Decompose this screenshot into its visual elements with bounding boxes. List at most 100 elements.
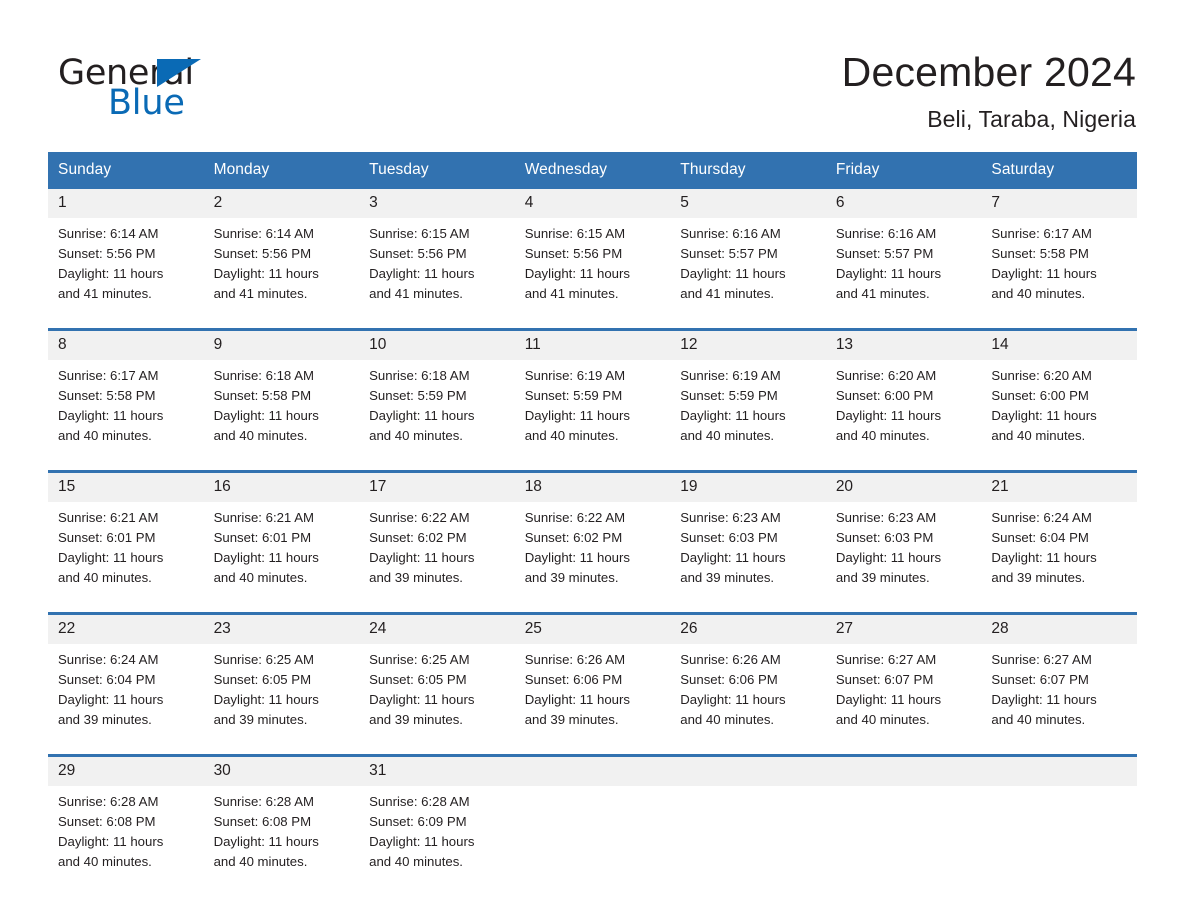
- day-number-cell[interactable]: 7: [981, 188, 1137, 218]
- day-number-cell[interactable]: 8: [48, 330, 204, 360]
- day-sunrise-line: Sunrise: 6:26 AM: [680, 651, 781, 667]
- day-number-cell[interactable]: 27: [825, 614, 982, 644]
- day-daylight-line1: Daylight: 11 hours: [991, 550, 1097, 566]
- day-daylight-line1: Daylight: 11 hours: [835, 408, 942, 424]
- day-daylight-line1: Daylight: 11 hours: [369, 408, 475, 424]
- day-detail-cell: Sunrise: 6:18 AM Sunset: 5:59 PM Daylight:…: [359, 359, 515, 458]
- day-daylight-line2: and 40 minutes.: [213, 570, 308, 586]
- day-number-cell[interactable]: 13: [825, 330, 982, 360]
- day-sunset-line: Sunset: 6:06 PM: [680, 671, 778, 687]
- day-detail-cell: Sunrise: 6:28 AM Sunset: 6:09 PM Daylight:…: [359, 785, 515, 884]
- day-detail-cell: Sunrise: 6:19 AM Sunset: 5:59 PM Daylight:…: [670, 359, 826, 458]
- week-detail-row: Sunrise: 6:17 AM Sunset: 5:58 PM Daylight:…: [48, 359, 1137, 458]
- day-detail-cell: Sunrise: 6:27 AM Sunset: 6:07 PM Daylight:…: [825, 643, 982, 742]
- day-detail-cell: Sunrise: 6:22 AM Sunset: 6:02 PM Daylight:…: [514, 501, 671, 600]
- day-number-cell[interactable]: 6: [825, 188, 982, 218]
- day-detail-cell: Sunrise: 6:23 AM Sunset: 6:03 PM Daylight:…: [670, 501, 826, 600]
- weekday-header-friday: Friday: [825, 151, 982, 189]
- day-number-cell[interactable]: 26: [670, 614, 826, 644]
- day-number-cell[interactable]: 12: [670, 330, 826, 360]
- day-number-empty: [825, 756, 982, 786]
- location-subtitle: Beli, Taraba, Nigeria: [927, 105, 1136, 132]
- day-number-cell[interactable]: 5: [670, 188, 826, 218]
- day-number-cell[interactable]: 18: [514, 472, 671, 502]
- logo-text-blue: Blue: [108, 83, 185, 123]
- day-number-cell[interactable]: 3: [359, 188, 515, 218]
- day-sunset-line: Sunset: 5:56 PM: [524, 245, 623, 261]
- day-detail-cell: Sunrise: 6:26 AM Sunset: 6:06 PM Daylight:…: [514, 643, 671, 742]
- day-sunset-line: Sunset: 6:01 PM: [58, 529, 156, 545]
- day-daylight-line2: and 39 minutes.: [991, 570, 1086, 586]
- day-sunrise-line: Sunrise: 6:23 AM: [680, 509, 781, 525]
- day-sunset-line: Sunset: 6:01 PM: [213, 529, 312, 545]
- day-number-cell[interactable]: 23: [203, 614, 360, 644]
- day-sunrise-line: Sunrise: 6:19 AM: [524, 367, 626, 383]
- title-block: December 2024 Beli, Taraba, Nigeria: [842, 48, 1136, 133]
- day-number-cell[interactable]: 21: [981, 472, 1137, 502]
- day-daylight-line1: Daylight: 11 hours: [213, 266, 319, 282]
- day-number-cell[interactable]: 2: [203, 188, 360, 218]
- day-number-cell[interactable]: 1: [48, 188, 204, 218]
- day-number-cell[interactable]: 24: [359, 614, 515, 644]
- day-daylight-line2: and 40 minutes.: [835, 428, 930, 444]
- day-sunrise-line: Sunrise: 6:27 AM: [991, 651, 1092, 667]
- day-number-cell[interactable]: 19: [670, 472, 826, 502]
- week-gap: [48, 599, 1137, 612]
- day-number-cell[interactable]: 10: [359, 330, 515, 360]
- day-daylight-line1: Daylight: 11 hours: [835, 692, 942, 708]
- day-detail-cell: Sunrise: 6:24 AM Sunset: 6:04 PM Daylight:…: [981, 501, 1137, 600]
- week-daynumber-row: 8 9 10 11 12 13 14: [48, 330, 1137, 360]
- day-number-cell[interactable]: 11: [514, 330, 671, 360]
- week-gap-cell: [48, 315, 1137, 328]
- day-number-cell[interactable]: 29: [48, 756, 204, 786]
- day-daylight-line1: Daylight: 11 hours: [58, 692, 164, 708]
- day-sunrise-line: Sunrise: 6:18 AM: [213, 367, 314, 383]
- day-detail-cell: Sunrise: 6:25 AM Sunset: 6:05 PM Daylight:…: [203, 643, 360, 742]
- day-detail-empty: [670, 785, 826, 884]
- page-header: General Blue December 2024 Beli, Taraba,…: [0, 0, 1188, 133]
- day-sunset-line: Sunset: 6:03 PM: [680, 529, 778, 545]
- day-number-cell[interactable]: 9: [203, 330, 360, 360]
- day-number-cell[interactable]: 17: [359, 472, 515, 502]
- day-sunrise-line: Sunrise: 6:27 AM: [835, 651, 937, 667]
- general-blue-logo: General Blue: [58, 48, 248, 126]
- day-number-cell[interactable]: 14: [981, 330, 1137, 360]
- day-daylight-line1: Daylight: 11 hours: [524, 408, 630, 424]
- day-number-cell[interactable]: 15: [48, 472, 204, 502]
- week-gap-cell: [48, 457, 1137, 470]
- week-detail-row: Sunrise: 6:21 AM Sunset: 6:01 PM Daylight:…: [48, 501, 1137, 600]
- day-number-cell[interactable]: 25: [514, 614, 671, 644]
- day-number-cell[interactable]: 31: [359, 756, 515, 786]
- page-title: December 2024: [841, 49, 1136, 95]
- day-detail-empty: [981, 785, 1137, 884]
- day-sunset-line: Sunset: 6:05 PM: [213, 671, 312, 687]
- day-daylight-line1: Daylight: 11 hours: [369, 266, 475, 282]
- day-sunrise-line: Sunrise: 6:15 AM: [369, 225, 470, 241]
- day-number-cell[interactable]: 28: [981, 614, 1137, 644]
- day-detail-cell: Sunrise: 6:27 AM Sunset: 6:07 PM Daylight:…: [981, 643, 1137, 742]
- day-sunrise-line: Sunrise: 6:28 AM: [58, 793, 159, 809]
- day-daylight-line2: and 40 minutes.: [680, 712, 775, 728]
- day-daylight-line1: Daylight: 11 hours: [213, 692, 319, 708]
- day-sunset-line: Sunset: 6:07 PM: [835, 671, 934, 687]
- day-sunset-line: Sunset: 6:08 PM: [213, 813, 312, 829]
- day-number-cell[interactable]: 4: [514, 188, 671, 218]
- day-sunset-line: Sunset: 6:03 PM: [835, 529, 934, 545]
- day-number-cell[interactable]: 20: [825, 472, 982, 502]
- day-daylight-line2: and 41 minutes.: [58, 286, 152, 302]
- day-number-cell[interactable]: 22: [48, 614, 204, 644]
- day-sunrise-line: Sunrise: 6:19 AM: [680, 367, 781, 383]
- day-number-cell[interactable]: 30: [203, 756, 360, 786]
- day-sunset-line: Sunset: 5:58 PM: [58, 387, 156, 403]
- day-detail-cell: Sunrise: 6:17 AM Sunset: 5:58 PM Daylight:…: [48, 359, 204, 458]
- day-sunset-line: Sunset: 6:09 PM: [369, 813, 467, 829]
- day-detail-cell: Sunrise: 6:20 AM Sunset: 6:00 PM Daylight:…: [825, 359, 982, 458]
- day-daylight-line2: and 39 minutes.: [835, 570, 930, 586]
- day-number-cell[interactable]: 16: [203, 472, 360, 502]
- weekday-header-row: Sunday Monday Tuesday Wednesday Thursday…: [48, 151, 1137, 189]
- day-sunrise-line: Sunrise: 6:21 AM: [58, 509, 159, 525]
- weekday-header-saturday: Saturday: [981, 151, 1137, 189]
- day-daylight-line1: Daylight: 11 hours: [835, 266, 942, 282]
- day-detail-cell: Sunrise: 6:26 AM Sunset: 6:06 PM Daylight:…: [670, 643, 826, 742]
- day-sunset-line: Sunset: 5:57 PM: [835, 245, 934, 261]
